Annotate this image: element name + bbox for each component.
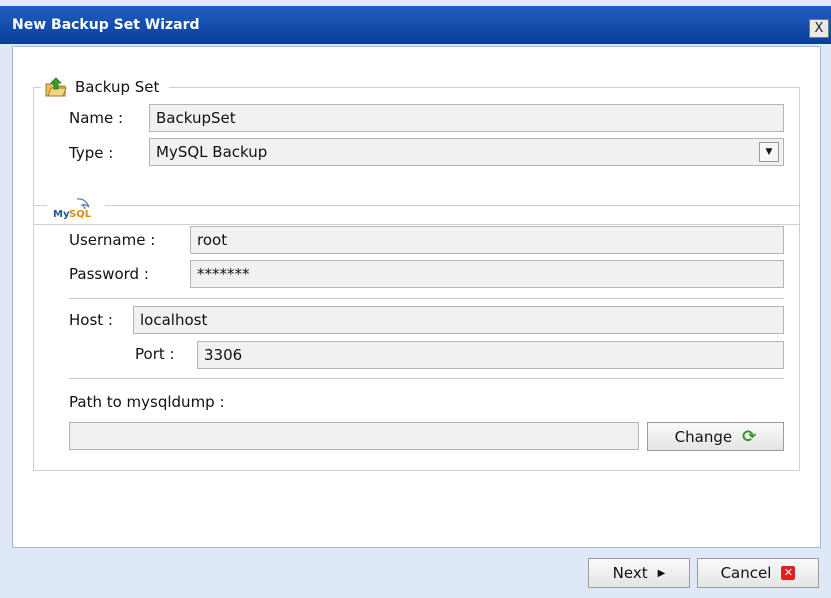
close-icon: X	[814, 21, 824, 36]
backup-set-icon	[45, 77, 67, 97]
next-button-label: Next	[612, 564, 648, 582]
backup-set-legend: Backup Set	[41, 74, 170, 100]
chevron-down-icon[interactable]: ▼	[759, 142, 779, 162]
wizard-dialog: New Backup Set Wizard X Backup Set Name …	[0, 0, 831, 598]
name-label: Name :	[69, 109, 124, 127]
next-button[interactable]: Next ▶	[588, 558, 690, 588]
next-arrow-icon: ▶	[657, 567, 666, 579]
password-label: Password :	[69, 265, 149, 283]
mysqldump-path-input[interactable]	[69, 422, 639, 450]
type-selected-value: MySQL Backup	[156, 143, 268, 161]
svg-text:My: My	[53, 209, 70, 220]
title-bar[interactable]: New Backup Set Wizard X	[0, 6, 831, 44]
password-input[interactable]: *******	[190, 260, 784, 288]
backup-set-legend-label: Backup Set	[75, 78, 160, 96]
wizard-content-panel: Backup Set Name : BackupSet Type : MySQL…	[12, 46, 821, 548]
divider-host	[69, 378, 784, 379]
cancel-icon: ✕	[781, 566, 796, 580]
mysql-legend: My SQL	[47, 195, 105, 221]
username-label: Username :	[69, 231, 156, 249]
port-input[interactable]: 3306	[197, 341, 784, 369]
type-select[interactable]: MySQL Backup ▼	[149, 138, 784, 166]
window-title: New Backup Set Wizard	[12, 17, 200, 33]
username-input[interactable]: root	[190, 226, 784, 254]
name-input[interactable]: BackupSet	[149, 104, 784, 132]
host-label: Host :	[69, 311, 113, 329]
port-label: Port :	[135, 345, 175, 363]
change-button[interactable]: Change ⟳	[647, 422, 784, 451]
divider-credentials	[69, 298, 784, 299]
close-button[interactable]: X	[809, 19, 829, 38]
cancel-button[interactable]: Cancel ✕	[697, 558, 819, 588]
path-label: Path to mysqldump :	[69, 393, 225, 411]
mysql-logo: My SQL	[53, 198, 92, 220]
type-label: Type :	[69, 144, 114, 162]
cancel-button-label: Cancel	[720, 564, 772, 582]
refresh-icon: ⟳	[742, 426, 757, 447]
svg-text:SQL: SQL	[69, 209, 92, 220]
host-input[interactable]: localhost	[133, 306, 784, 334]
change-button-label: Change	[674, 427, 733, 446]
